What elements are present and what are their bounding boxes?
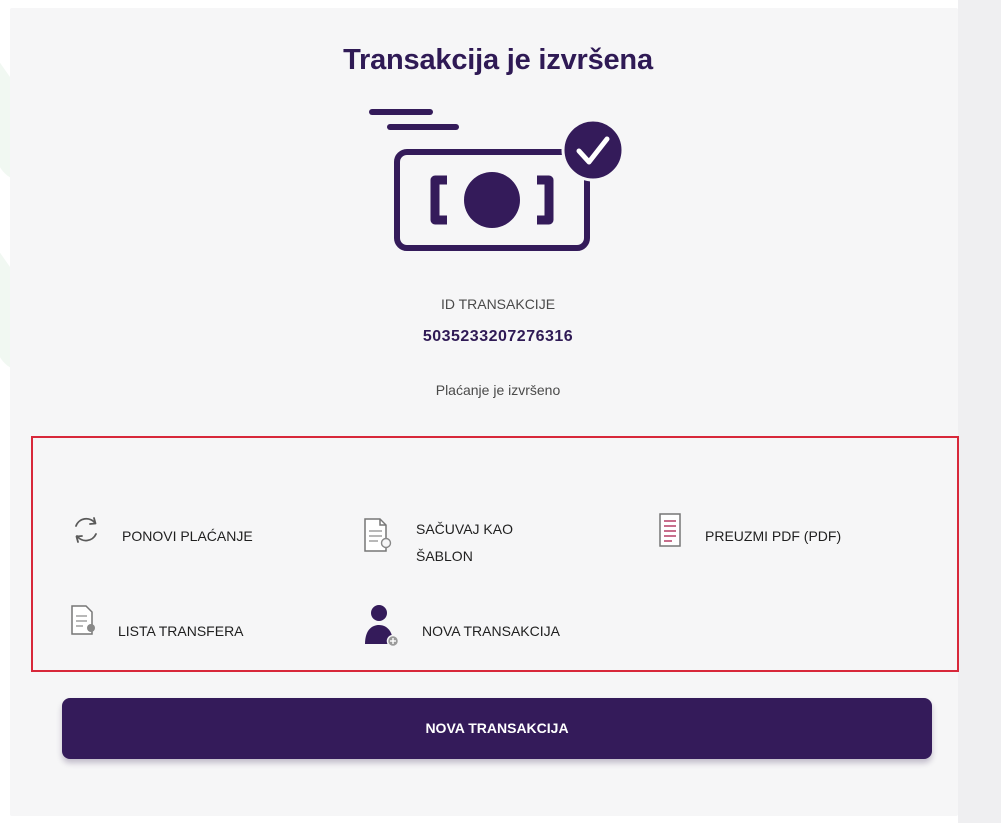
download-pdf-label: PREUZMI PDF (PDF) (705, 528, 842, 544)
right-panel-background (958, 0, 1001, 823)
transaction-result-card: Transakcija je izvršena ID TRANSAKCIJE 5… (10, 8, 958, 816)
download-pdf-action[interactable]: PREUZMI PDF (PDF) (658, 512, 878, 556)
check-badge-icon (561, 118, 625, 182)
transfer-list-label: LISTA TRANSFERA (118, 623, 244, 639)
transaction-id-label: ID TRANSAKCIJE (440, 296, 556, 312)
page-title: Transakcija je izvršena (343, 44, 653, 76)
payment-status-text: Plaćanje je izvršeno (435, 382, 561, 398)
refresh-icon (75, 517, 97, 543)
save-template-label-line1: SAČUVAJ KAO (416, 521, 513, 537)
pdf-document-icon (659, 513, 681, 547)
transfer-list-action[interactable]: LISTA TRANSFERA (70, 604, 290, 644)
new-transaction-action[interactable]: NOVA TRANSAKCIJA (364, 604, 604, 650)
transaction-id-value: 5035233207276316 (422, 328, 574, 345)
new-transaction-button[interactable]: NOVA TRANSAKCIJA (62, 698, 932, 759)
transfer-list-icon (71, 605, 95, 635)
user-add-icon (365, 605, 398, 648)
repeat-payment-action[interactable]: PONOVI PLAĆANJE (70, 512, 300, 552)
repeat-payment-label: PONOVI PLAĆANJE (122, 528, 253, 544)
save-template-label-line2: ŠABLON (416, 548, 473, 564)
payment-success-illustration (369, 109, 625, 251)
new-transaction-label: NOVA TRANSAKCIJA (422, 623, 560, 639)
save-template-icon (364, 518, 392, 552)
save-as-template-action[interactable]: SAČUVAJ KAO ŠABLON (362, 515, 562, 567)
banknote-icon (394, 149, 590, 251)
speed-lines-icon (369, 109, 459, 130)
